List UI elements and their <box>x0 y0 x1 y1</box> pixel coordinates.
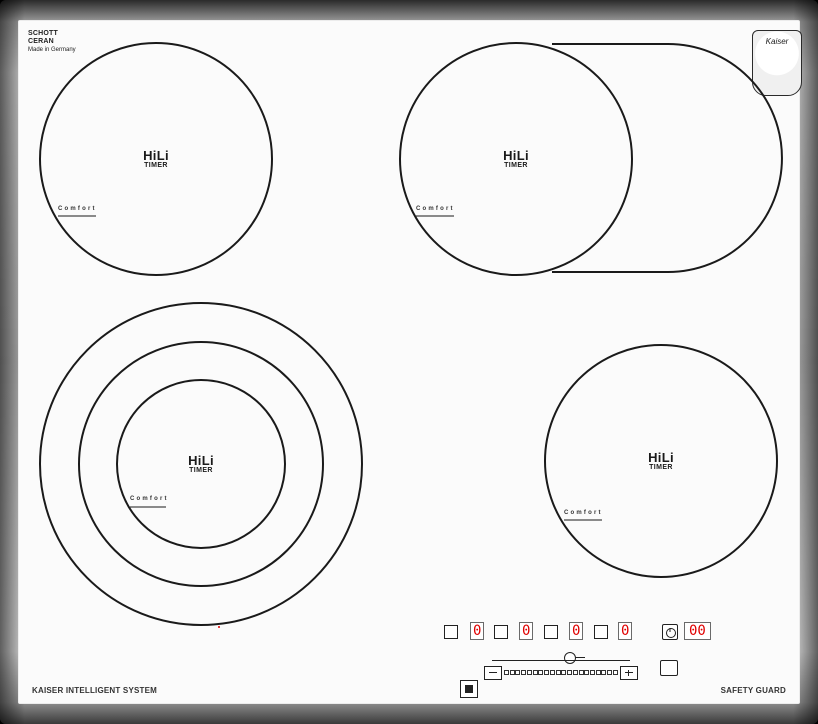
slider-dot <box>521 669 527 675</box>
slider-dot <box>607 669 613 675</box>
indicator-dot <box>218 626 220 628</box>
slider-dot <box>612 669 618 675</box>
hili-text: HiLi <box>188 453 214 468</box>
timer-text: TIMER <box>649 464 673 471</box>
zone-display-4: 0 <box>618 622 633 640</box>
timer-text: TIMER <box>189 467 213 474</box>
zone-front-right-label: HiLi TIMER <box>616 450 706 471</box>
comfort-label: Comfort <box>416 206 455 212</box>
zone-rear-left-extension-outline[interactable] <box>552 43 783 273</box>
increase-button[interactable] <box>620 666 638 680</box>
comfort-label: Comfort <box>130 496 169 502</box>
timer-text: TIMER <box>144 162 168 169</box>
slider-key-icon <box>564 652 585 664</box>
power-button[interactable] <box>660 660 678 676</box>
hili-text: HiLi <box>648 450 674 465</box>
footer-left-label: KAISER INTELLIGENT SYSTEM <box>32 686 158 695</box>
slider-dot <box>590 669 596 675</box>
slider-dot <box>561 669 567 675</box>
timer-button-clock-icon[interactable] <box>662 624 678 640</box>
slider-dot <box>532 669 538 675</box>
slider-dot <box>595 669 601 675</box>
zone-select-button-3[interactable] <box>544 625 558 639</box>
slider-dot <box>584 669 590 675</box>
glass-surface: SCHOTT CERAN Made in Germany Kaiser HiLi… <box>18 20 802 704</box>
zone-select-button-2[interactable] <box>494 625 508 639</box>
footer-right-label: SAFETY GUARD <box>720 686 786 695</box>
hili-text: HiLi <box>143 148 169 163</box>
zone-display-3: 0 <box>569 622 584 640</box>
cooking-zones-lines <box>39 42 783 626</box>
timer-text: TIMER <box>504 162 528 169</box>
slider-dot <box>572 669 578 675</box>
slider-dot <box>526 669 532 675</box>
zone-select-button-1[interactable] <box>444 625 458 639</box>
slider-dot <box>601 669 607 675</box>
zone-front-left-label: HiLi TIMER <box>111 148 201 169</box>
timer-display: 00 <box>684 622 711 640</box>
hili-text: HiLi <box>503 148 529 163</box>
zone-rear-left-label: HiLi TIMER <box>471 148 561 169</box>
slider-dot <box>504 669 509 675</box>
slider-dot <box>538 669 544 675</box>
slider-dot <box>515 669 521 675</box>
slider-dot <box>555 669 561 675</box>
comfort-label: Comfort <box>58 206 97 212</box>
zone-display-1: 0 <box>470 622 485 640</box>
slider-dot <box>509 669 515 675</box>
zone-triple-ring-label: HiLi TIMER <box>156 453 246 474</box>
decrease-button[interactable] <box>484 666 502 680</box>
child-lock-button[interactable] <box>460 680 478 698</box>
slider-dot <box>578 669 584 675</box>
slider-dots <box>504 667 618 677</box>
zone-display-2: 0 <box>519 622 534 640</box>
slider-dot <box>549 669 555 675</box>
slider-track-line <box>492 660 630 661</box>
slider-dot <box>567 669 573 675</box>
comfort-label: Comfort <box>564 510 603 516</box>
zone-select-button-4[interactable] <box>594 625 608 639</box>
power-level-slider[interactable] <box>484 652 638 682</box>
slider-dot <box>544 669 550 675</box>
